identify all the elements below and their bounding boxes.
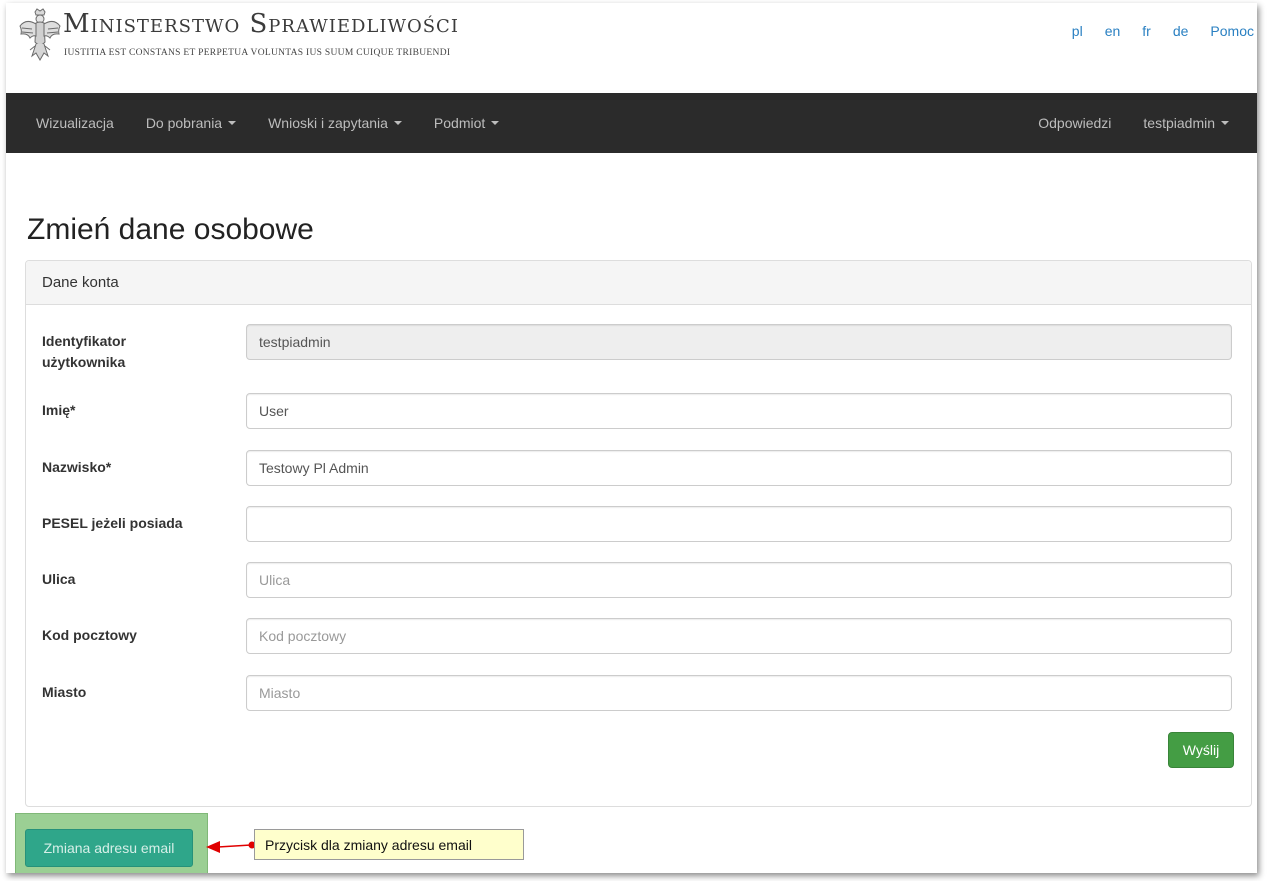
lang-en-link[interactable]: en — [1105, 23, 1121, 39]
page-title: Zmień dane osobowe — [27, 213, 314, 246]
nav-item-label: Podmiot — [433, 115, 486, 131]
ministry-motto: IUSTITIA EST CONSTANS ET PERPETUA VOLUNT… — [64, 48, 451, 58]
nav-item-label: Wizualizacja — [36, 115, 114, 131]
submit-button[interactable]: Wyślij — [1168, 732, 1234, 768]
first-name-label: Imię* — [42, 402, 76, 418]
language-switcher: pl en fr de Pomoc — [1050, 23, 1254, 39]
nav-item-do-pobrania[interactable]: Do pobrania — [130, 93, 252, 153]
navbar-right: Odpowiedzi testpiadmin — [1022, 93, 1245, 153]
city-field[interactable] — [246, 675, 1232, 711]
navbar-left: Wizualizacja Do pobrania Wnioski i zapyt… — [20, 93, 515, 153]
caret-down-icon — [491, 121, 500, 125]
street-label: Ulica — [42, 571, 76, 587]
user-menu-label: testpiadmin — [1143, 115, 1215, 131]
nav-item-odpowiedzi[interactable]: Odpowiedzi — [1022, 93, 1127, 153]
email-callout: Przycisk dla zmiany adresu email — [254, 829, 524, 860]
change-email-button[interactable]: Zmiana adresu email — [25, 829, 193, 867]
nav-item-label: Odpowiedzi — [1038, 115, 1112, 131]
site-header: Ministerstwo Sprawiedliwości IUSTITIA ES… — [6, 3, 1257, 93]
pesel-label: PESEL jeżeli posiada — [42, 515, 183, 531]
nav-item-podmiot[interactable]: Podmiot — [418, 93, 515, 153]
help-link[interactable]: Pomoc — [1210, 23, 1254, 39]
lang-de-link[interactable]: de — [1173, 23, 1189, 39]
user-menu[interactable]: testpiadmin — [1127, 93, 1245, 153]
pesel-field[interactable] — [246, 506, 1232, 542]
first-name-field[interactable] — [246, 393, 1232, 429]
postal-code-field[interactable] — [246, 618, 1232, 654]
lang-pl-link[interactable]: pl — [1072, 23, 1083, 39]
browser-frame: Ministerstwo Sprawiedliwości IUSTITIA ES… — [6, 3, 1257, 873]
user-id-label: Identyfikator użytkownika — [42, 333, 127, 370]
user-id-field[interactable] — [246, 324, 1232, 360]
nav-item-label: Wnioski i zapytania — [268, 115, 388, 131]
last-name-label: Nazwisko* — [42, 459, 112, 475]
panel-heading: Dane konta — [26, 261, 1251, 305]
last-name-field[interactable] — [246, 450, 1232, 486]
nav-item-label: Do pobrania — [145, 115, 223, 131]
caret-down-icon — [228, 121, 237, 125]
caret-down-icon — [393, 121, 402, 125]
polish-eagle-emblem-icon — [19, 8, 61, 62]
ministry-title: Ministerstwo Sprawiedliwości — [63, 9, 459, 39]
main-navbar: Wizualizacja Do pobrania Wnioski i zapyt… — [6, 93, 1257, 153]
caret-down-icon — [1221, 121, 1229, 125]
callout-arrow-icon — [206, 841, 256, 853]
postal-code-label: Kod pocztowy — [42, 627, 137, 643]
street-field[interactable] — [246, 562, 1232, 598]
nav-item-wizualizacja[interactable]: Wizualizacja — [20, 93, 130, 153]
account-data-panel: Dane konta Identyfikator użytkownika Imi… — [25, 260, 1252, 807]
lang-fr-link[interactable]: fr — [1142, 23, 1151, 39]
nav-item-wnioski[interactable]: Wnioski i zapytania — [252, 93, 418, 153]
city-label: Miasto — [42, 684, 87, 700]
